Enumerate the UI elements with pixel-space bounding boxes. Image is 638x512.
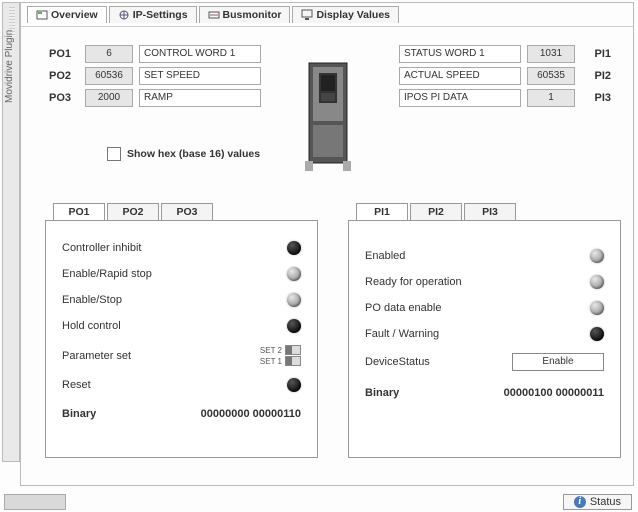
po-panel: PO1 PO2 PO3 Controller inhibit Enable/Ra…: [45, 203, 318, 458]
display-icon: [301, 9, 313, 21]
po2-label: PO2: [49, 70, 79, 82]
po-reset-led[interactable]: [287, 378, 301, 392]
info-icon: i: [574, 496, 586, 508]
po-binary-label: Binary: [62, 408, 96, 420]
po-panel-tab-2[interactable]: PO2: [107, 203, 159, 220]
pi2-value[interactable]: 60535: [527, 67, 575, 85]
po-rapid-led[interactable]: [287, 267, 301, 281]
plugin-side-tab[interactable]: Movidrive Plugin: [2, 2, 20, 462]
po-hold-led[interactable]: [287, 319, 301, 333]
po-rapid-label: Enable/Rapid stop: [62, 268, 152, 280]
hex-label: Show hex (base 16) values: [127, 148, 260, 160]
po-panel-tab-3[interactable]: PO3: [161, 203, 213, 220]
tab-display-label: Display Values: [316, 9, 390, 21]
pi-enabled-label: Enabled: [365, 250, 405, 262]
plugin-side-label: Movidrive Plugin: [4, 30, 15, 103]
po3-value[interactable]: 2000: [85, 89, 133, 107]
footer: i Status: [0, 490, 638, 512]
overview-icon: [36, 9, 48, 21]
pi-binary-label: Binary: [365, 387, 399, 399]
po1-name[interactable]: CONTROL WORD 1: [139, 45, 261, 63]
po-inhibit-label: Controller inhibit: [62, 242, 141, 254]
po3-label: PO3: [49, 92, 79, 104]
po-panel-tab-1[interactable]: PO1: [53, 203, 105, 220]
pi-panel-tab-1[interactable]: PI1: [356, 203, 408, 220]
top-tabbar: Overview IP-Settings Busmonitor Display …: [21, 3, 633, 27]
pi-row-3: IPOS PI DATA 1 PI3: [399, 89, 611, 107]
tab-ip-settings[interactable]: IP-Settings: [109, 6, 197, 23]
pi2-label: PI2: [581, 70, 611, 82]
po-estop-label: Enable/Stop: [62, 294, 122, 306]
pi-ready-led: [590, 275, 604, 289]
po-binary-value: 00000000 00000110: [201, 408, 301, 420]
po-param-label: Parameter set: [62, 350, 131, 362]
status-button-label: Status: [590, 496, 621, 508]
pi3-value[interactable]: 1: [527, 89, 575, 107]
hex-toggle-row: Show hex (base 16) values: [107, 147, 260, 161]
device-image: [303, 61, 353, 174]
pi2-name[interactable]: ACTUAL SPEED: [399, 67, 521, 85]
po-group: PO1 6 CONTROL WORD 1 PO2 60536 SET SPEED…: [49, 45, 261, 111]
parameter-set-switch[interactable]: SET 2 SET 1: [260, 345, 301, 366]
pi-fault-label: Fault / Warning: [365, 328, 439, 340]
status-button[interactable]: i Status: [563, 494, 632, 510]
pi1-label: PI1: [581, 48, 611, 60]
pi1-value[interactable]: 1031: [527, 45, 575, 63]
po-row-3: PO3 2000 RAMP: [49, 89, 261, 107]
pi-panel-tab-2[interactable]: PI2: [410, 203, 462, 220]
pi-group: STATUS WORD 1 1031 PI1 ACTUAL SPEED 6053…: [399, 45, 611, 111]
po-row-2: PO2 60536 SET SPEED: [49, 67, 261, 85]
pi-fault-led: [590, 327, 604, 341]
po2-name[interactable]: SET SPEED: [139, 67, 261, 85]
pi-row-1: STATUS WORD 1 1031 PI1: [399, 45, 611, 63]
po2-value[interactable]: 60536: [85, 67, 133, 85]
pi-ready-label: Ready for operation: [365, 276, 462, 288]
footer-status-box: [4, 494, 66, 510]
ip-icon: [118, 9, 130, 21]
hex-checkbox[interactable]: [107, 147, 121, 161]
po1-value[interactable]: 6: [85, 45, 133, 63]
po-hold-label: Hold control: [62, 320, 121, 332]
po-estop-led[interactable]: [287, 293, 301, 307]
tab-overview-label: Overview: [51, 9, 98, 21]
device-status-value: Enable: [512, 353, 604, 371]
tab-bus-label: Busmonitor: [223, 9, 282, 21]
tab-overview[interactable]: Overview: [27, 6, 107, 23]
pi3-label: PI3: [581, 92, 611, 104]
po-inhibit-led[interactable]: [287, 241, 301, 255]
pi-podata-label: PO data enable: [365, 302, 441, 314]
busmonitor-icon: [208, 9, 220, 21]
tab-busmonitor[interactable]: Busmonitor: [199, 6, 291, 23]
pi-panel-tab-3[interactable]: PI3: [464, 203, 516, 220]
tab-display-values[interactable]: Display Values: [292, 6, 399, 23]
pi-enabled-led: [590, 249, 604, 263]
pi3-name[interactable]: IPOS PI DATA: [399, 89, 521, 107]
tab-ip-label: IP-Settings: [133, 9, 188, 21]
pi1-name[interactable]: STATUS WORD 1: [399, 45, 521, 63]
po-row-1: PO1 6 CONTROL WORD 1: [49, 45, 261, 63]
main-panel: Overview IP-Settings Busmonitor Display …: [20, 2, 634, 486]
po1-label: PO1: [49, 48, 79, 60]
pi-podata-led: [590, 301, 604, 315]
pi-binary-value: 00000100 00000011: [504, 387, 604, 399]
pi-panel: PI1 PI2 PI3 Enabled Ready for operation …: [348, 203, 621, 458]
po3-name[interactable]: RAMP: [139, 89, 261, 107]
pi-row-2: ACTUAL SPEED 60535 PI2: [399, 67, 611, 85]
pi-devstat-label: DeviceStatus: [365, 356, 430, 368]
po-reset-label: Reset: [62, 379, 91, 391]
